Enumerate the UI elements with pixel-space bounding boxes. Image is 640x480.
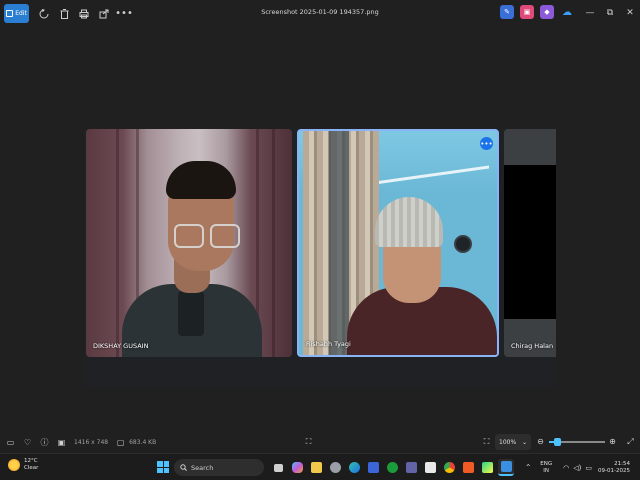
edit-label: Edit — [15, 10, 27, 17]
rotate-icon[interactable] — [34, 4, 54, 24]
fit-window-icon[interactable]: ⛶ — [478, 433, 495, 450]
clipchamp-icon[interactable]: ▣ — [520, 5, 534, 19]
zoom-in-icon[interactable]: ⊕ — [604, 433, 621, 450]
weather-icon — [8, 459, 20, 471]
xbox-icon[interactable] — [384, 459, 400, 476]
more-icon[interactable]: ••• — [114, 4, 134, 24]
pycharm-icon[interactable] — [479, 459, 495, 476]
weather-temp: 12°C — [24, 458, 38, 464]
file-icon: ▢ — [116, 437, 125, 447]
crop-icon[interactable]: ⛶ — [300, 433, 317, 450]
date: 09-01-2025 — [598, 467, 630, 474]
taskbar-search[interactable]: Search — [174, 459, 264, 476]
weather-desc: Clear — [24, 465, 39, 471]
photos-toolbar: Edit ••• Screenshot 2025-01-09 194357.pn… — [0, 0, 640, 27]
photos-icon[interactable] — [498, 459, 514, 476]
more-options-icon[interactable]: ••• — [480, 137, 493, 150]
participant-name: Rishabh Tyagi — [306, 340, 351, 348]
search-icon — [180, 464, 187, 471]
region-code: IN — [543, 467, 550, 474]
task-view-icon[interactable] — [270, 459, 286, 476]
participant-tile-active: ••• Rishabh Tyagi — [297, 129, 499, 357]
chevron-down-icon: ⌄ — [521, 438, 527, 446]
image-dimensions: 1416 x 748 — [74, 438, 109, 446]
info-icon[interactable]: ⓘ — [36, 434, 53, 451]
language-code: ENG — [540, 460, 553, 467]
participant-tile: Chirag Halan — [504, 129, 556, 357]
chrome-icon[interactable] — [441, 459, 457, 476]
copilot-taskbar-icon[interactable] — [289, 459, 305, 476]
file-explorer-icon[interactable] — [308, 459, 324, 476]
print-icon[interactable] — [74, 4, 94, 24]
status-bar: ▭ ♡ ⓘ ▣ 1416 x 748 ▢ 683.4 KB ⛶ ⛶ 100% ⌄… — [0, 431, 640, 453]
edge-icon[interactable] — [346, 459, 362, 476]
chevron-up-icon[interactable]: ⌃ — [521, 463, 535, 472]
onedrive-icon[interactable]: ☁ — [560, 5, 574, 19]
designer-icon[interactable]: ✎ — [500, 5, 514, 19]
system-clock[interactable]: 21:54 09-01-2025 — [598, 461, 640, 475]
image-canvas: DIKSHAY GUSAIN ••• Rishabh Tyagi Chirag … — [0, 27, 640, 431]
time: 21:54 — [614, 460, 630, 467]
visual-studio-icon[interactable] — [365, 459, 381, 476]
participant-name: Chirag Halan — [511, 342, 554, 350]
wifi-icon[interactable]: ◠ — [563, 464, 569, 472]
share-icon[interactable] — [94, 4, 114, 24]
notepad-icon[interactable] — [422, 459, 438, 476]
fullscreen-icon[interactable]: ⤢ — [622, 433, 639, 450]
participant-name: DIKSHAY GUSAIN — [93, 342, 149, 350]
maximize-button[interactable]: ⧉ — [600, 3, 620, 23]
filmstrip-icon[interactable]: ▭ — [2, 434, 19, 451]
language-indicator[interactable]: ENG IN — [535, 461, 557, 475]
chrome-icon[interactable] — [327, 459, 343, 476]
zoom-slider-thumb[interactable] — [554, 438, 562, 446]
volume-icon[interactable]: ◁) — [573, 464, 581, 472]
copilot-icon[interactable]: ◆ — [540, 5, 554, 19]
dimensions-icon: ▣ — [57, 437, 66, 447]
windows-taskbar: 12°C Clear Search ⌃ ENG IN ◠ ◁) ▭ 21:54 … — [0, 453, 640, 480]
zoom-value: 100% — [499, 438, 517, 446]
wall-clock — [454, 235, 472, 253]
zoom-select[interactable]: 100% ⌄ — [495, 434, 531, 450]
close-button[interactable]: ✕ — [620, 3, 640, 23]
file-size: 683.4 KB — [129, 438, 157, 446]
meeting-screenshot: DIKSHAY GUSAIN ••• Rishabh Tyagi Chirag … — [84, 129, 556, 387]
minimize-button[interactable]: — — [580, 3, 600, 23]
delete-icon[interactable] — [54, 4, 74, 24]
favorite-icon[interactable]: ♡ — [19, 434, 36, 451]
start-button[interactable] — [157, 461, 169, 473]
brave-icon[interactable] — [460, 459, 476, 476]
teams-icon[interactable] — [403, 459, 419, 476]
zoom-out-icon[interactable]: ⊖ — [532, 433, 549, 450]
edit-button[interactable]: Edit — [4, 4, 29, 23]
participant-tile: DIKSHAY GUSAIN — [86, 129, 292, 357]
edit-icon — [6, 10, 14, 17]
search-label: Search — [191, 463, 214, 472]
battery-icon[interactable]: ▭ — [585, 464, 592, 472]
weather-widget[interactable]: 12°C Clear — [8, 458, 38, 472]
zoom-slider[interactable] — [549, 438, 605, 446]
